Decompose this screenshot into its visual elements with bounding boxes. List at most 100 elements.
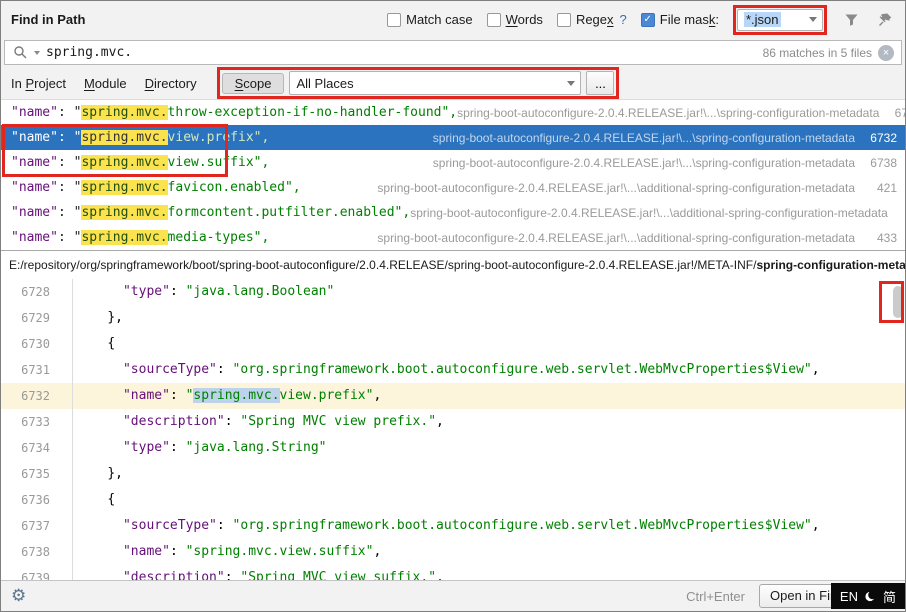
- editor-line: 6734 "type": "java.lang.String": [1, 435, 905, 461]
- line-content: "name": "spring.mvc.view.suffix",: [73, 539, 381, 565]
- result-text-post: view.suffix",: [168, 155, 270, 170]
- clear-search-icon[interactable]: ×: [878, 45, 894, 61]
- dialog-title: Find in Path: [11, 12, 85, 27]
- line-number: 6739: [1, 565, 73, 580]
- editor-line: 6730 {: [1, 331, 905, 357]
- line-number: 6733: [1, 409, 73, 435]
- preview-file-path: E:/repository/org/springframework/boot/s…: [1, 250, 905, 279]
- line-number: 6736: [1, 487, 73, 513]
- search-result-row[interactable]: "name": "spring.mvc.throw-exception-if-n…: [1, 100, 905, 125]
- result-text-pre: : ": [58, 155, 81, 170]
- editor-lines: 6728 "type": "java.lang.Boolean" 6729 },…: [1, 279, 905, 580]
- search-result-row[interactable]: "name": "spring.mvc.favicon.enabled", sp…: [1, 175, 905, 200]
- search-results-summary: 86 matches in 5 files: [763, 46, 872, 60]
- line-content: "name": "spring.mvc.view.prefix",: [73, 383, 381, 409]
- result-match-highlight: spring.mvc.: [81, 230, 167, 245]
- search-input[interactable]: spring.mvc. 86 matches in 5 files ×: [4, 40, 902, 65]
- result-text-pre: : ": [58, 130, 81, 145]
- editor-line: 6731 "sourceType": "org.springframework.…: [1, 357, 905, 383]
- regex-label: Regex: [576, 12, 614, 27]
- line-content: {: [73, 487, 115, 513]
- search-result-row[interactable]: "name": "spring.mvc.view.prefix", spring…: [1, 125, 905, 150]
- result-text-post: media-types",: [168, 230, 270, 245]
- words-checkbox[interactable]: [487, 13, 501, 27]
- editor-line: 6735 },: [1, 461, 905, 487]
- result-match-highlight: spring.mvc.: [81, 105, 167, 120]
- results-list: "name": "spring.mvc.throw-exception-if-n…: [1, 100, 905, 250]
- code-preview[interactable]: 6728 "type": "java.lang.Boolean" 6729 },…: [1, 279, 905, 580]
- result-text-post: formcontent.putfilter.enabled",: [168, 205, 411, 220]
- scope-tab-scope[interactable]: Scope: [222, 73, 285, 94]
- scope-combo[interactable]: All Places: [289, 71, 581, 95]
- chevron-down-icon[interactable]: [567, 81, 575, 86]
- search-history-chevron-icon[interactable]: [34, 51, 40, 55]
- status-bar: ⚙ Ctrl+Enter Open in Fin EN 简: [1, 580, 905, 611]
- search-result-row[interactable]: "name": "spring.mvc.view.suffix", spring…: [1, 150, 905, 175]
- result-file-path: spring-boot-autoconfigure-2.0.4.RELEASE.…: [377, 181, 855, 195]
- scope-tab-module[interactable]: Module: [84, 76, 127, 91]
- ime-language: EN: [840, 589, 858, 604]
- result-file-path: spring-boot-autoconfigure-2.0.4.RELEASE.…: [457, 106, 879, 120]
- find-in-path-dialog: Find in Path Match case Words Regex ? Fi…: [0, 0, 906, 612]
- result-text-post: favicon.enabled",: [168, 180, 301, 195]
- result-line-number: 421: [865, 181, 897, 195]
- settings-gear-icon[interactable]: ⚙: [11, 586, 26, 606]
- editor-line: 6736 {: [1, 487, 905, 513]
- option-words[interactable]: Words: [487, 12, 543, 27]
- search-icon[interactable]: [12, 45, 28, 61]
- option-file-mask[interactable]: File mask:: [641, 12, 719, 27]
- search-result-row[interactable]: "name": "spring.mvc.formcontent.putfilte…: [1, 200, 905, 225]
- scrollbar-thumb[interactable]: [893, 286, 903, 318]
- annotation-box-scope: Scope All Places ...: [217, 67, 620, 99]
- scope-tab-in-project[interactable]: In Project: [11, 76, 66, 91]
- file-mask-label: File mask:: [660, 12, 719, 27]
- option-regex[interactable]: Regex ?: [557, 12, 627, 27]
- scope-tab-directory[interactable]: Directory: [145, 76, 197, 91]
- result-json-key: "name": [11, 130, 58, 145]
- regex-checkbox[interactable]: [557, 13, 571, 27]
- result-text-pre: : ": [58, 180, 81, 195]
- result-match-highlight: spring.mvc.: [81, 205, 167, 220]
- pin-icon[interactable]: [875, 10, 895, 30]
- regex-help-icon[interactable]: ?: [620, 12, 627, 27]
- chevron-down-icon[interactable]: [809, 17, 817, 22]
- line-number: 6732: [1, 383, 73, 409]
- result-line-number: 6726: [889, 106, 905, 120]
- editor-line: 6737 "sourceType": "org.springframework.…: [1, 513, 905, 539]
- line-content: },: [73, 305, 123, 331]
- result-file-path: spring-boot-autoconfigure-2.0.4.RELEASE.…: [433, 131, 855, 145]
- filter-icon[interactable]: [841, 10, 861, 30]
- shortcut-hint: Ctrl+Enter: [686, 589, 745, 604]
- option-match-case[interactable]: Match case: [387, 12, 472, 27]
- annotation-box-file-mask: *.json: [733, 5, 827, 35]
- result-match-highlight: spring.mvc.: [81, 155, 167, 170]
- ime-moon-icon: [865, 590, 876, 603]
- line-content: "description": "Spring MVC view prefix."…: [73, 409, 444, 435]
- file-mask-combo[interactable]: *.json: [737, 9, 823, 31]
- line-number: 6729: [1, 305, 73, 331]
- result-match-highlight: spring.mvc.: [81, 130, 167, 145]
- scope-browse-button[interactable]: ...: [586, 71, 614, 95]
- result-json-key: "name": [11, 180, 58, 195]
- line-content: "sourceType": "org.springframework.boot.…: [73, 513, 820, 539]
- ime-indicator[interactable]: EN 简: [831, 583, 905, 609]
- line-number: 6735: [1, 461, 73, 487]
- result-json-key: "name": [11, 230, 58, 245]
- results-rows: "name": "spring.mvc.throw-exception-if-n…: [1, 100, 905, 250]
- ime-mode: 简: [883, 587, 896, 606]
- result-text-post: throw-exception-if-no-handler-found",: [168, 105, 458, 120]
- editor-line: 6729 },: [1, 305, 905, 331]
- search-result-row[interactable]: "name": "spring.mvc.media-types", spring…: [1, 225, 905, 250]
- line-content: "type": "java.lang.String": [73, 435, 326, 461]
- result-file-path: spring-boot-autoconfigure-2.0.4.RELEASE.…: [433, 156, 855, 170]
- file-mask-checkbox[interactable]: [641, 13, 655, 27]
- match-case-checkbox[interactable]: [387, 13, 401, 27]
- result-json-key: "name": [11, 205, 58, 220]
- scope-combo-value: All Places: [296, 76, 353, 91]
- words-label: Words: [506, 12, 543, 27]
- result-file-path: spring-boot-autoconfigure-2.0.4.RELEASE.…: [410, 206, 888, 220]
- scrollbar[interactable]: [891, 279, 905, 580]
- search-query-text[interactable]: spring.mvc.: [46, 45, 132, 60]
- editor-line: 6728 "type": "java.lang.Boolean": [1, 279, 905, 305]
- line-content: "description": "Spring MVC view suffix."…: [73, 565, 444, 580]
